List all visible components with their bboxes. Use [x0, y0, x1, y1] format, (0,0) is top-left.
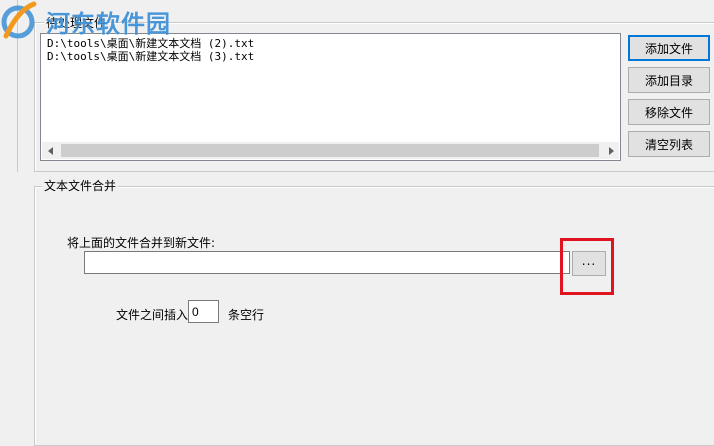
add-file-button[interactable]: 添加文件 — [628, 35, 710, 61]
watermark-text: 河东软件园 — [46, 10, 171, 38]
scroll-thumb[interactable] — [61, 144, 599, 157]
file-list-item[interactable]: D:\tools\桌面\新建文本文档 (3).txt — [47, 50, 254, 63]
insert-suffix-label: 条空行 — [228, 308, 265, 322]
file-list[interactable]: D:\tools\桌面\新建文本文档 (2).txt D:\tools\桌面\新… — [40, 33, 621, 161]
remove-file-button[interactable]: 移除文件 — [628, 99, 710, 125]
output-file-input[interactable] — [84, 251, 570, 274]
scroll-right-arrow-icon[interactable] — [602, 142, 619, 159]
insert-prefix-label: 文件之间插入 — [116, 308, 189, 322]
output-file-label: 将上面的文件合并到新文件: — [67, 236, 216, 250]
horizontal-scrollbar[interactable] — [42, 142, 619, 159]
highlight-annotation-box — [560, 238, 614, 295]
scroll-left-arrow-icon[interactable] — [42, 142, 59, 159]
clear-list-button[interactable]: 清空列表 — [628, 131, 710, 157]
merge-group-title: 文本文件合并 — [42, 179, 119, 193]
add-directory-button[interactable]: 添加目录 — [628, 67, 710, 93]
blank-lines-input[interactable] — [188, 300, 219, 323]
watermark-logo-icon — [0, 0, 40, 44]
